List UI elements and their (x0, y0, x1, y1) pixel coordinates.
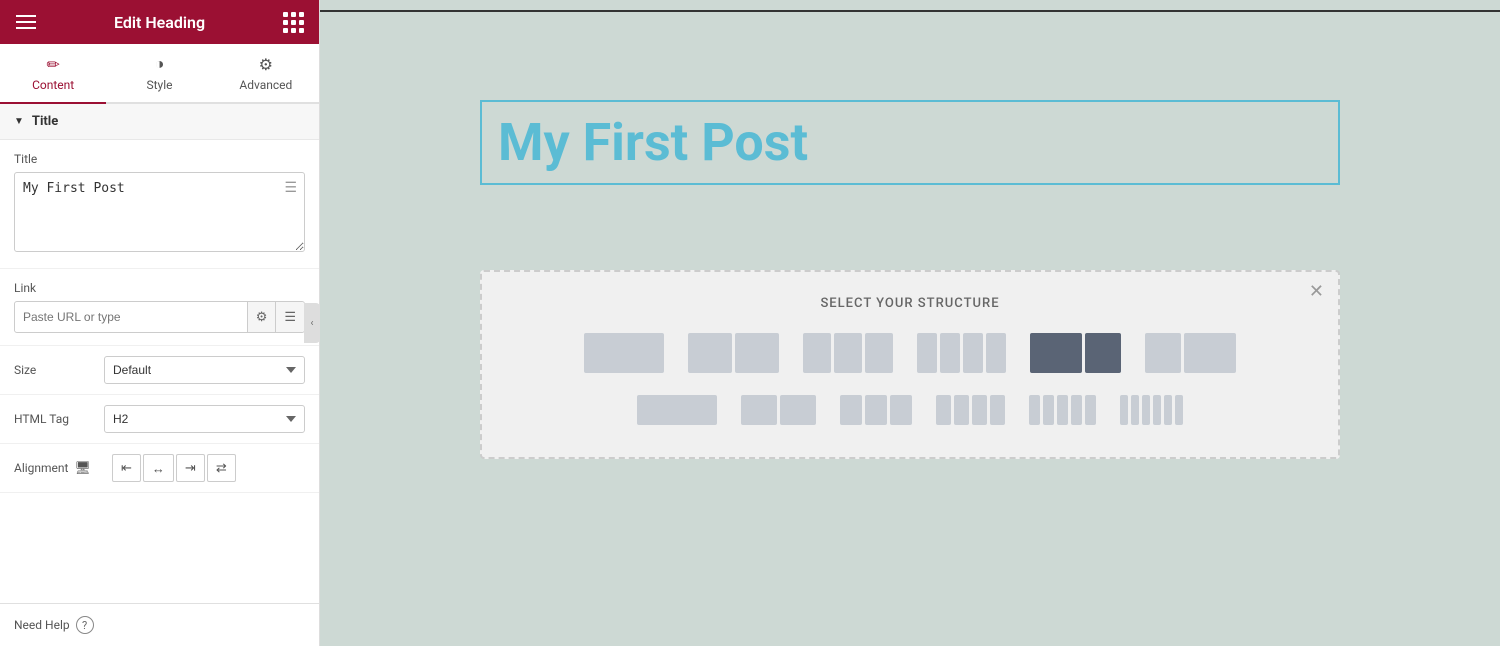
size-label: Size (14, 363, 104, 377)
alignment-buttons: ⇤ ↔ ⇥ ⇄ (112, 454, 236, 482)
layout-1col[interactable] (580, 329, 668, 377)
panel-content: ▼ Title Title My First Post ☰ Link ⚙ ☰ S… (0, 104, 319, 603)
layout-2col-wide-right[interactable] (1141, 329, 1240, 377)
panel-footer: Need Help ? (0, 603, 319, 646)
html-tag-label: HTML Tag (14, 412, 104, 426)
link-field-group: Link ⚙ ☰ (0, 269, 319, 346)
html-tag-row: HTML Tag H1 H2 H3 H4 H5 H6 div span p (0, 395, 319, 444)
link-field-row: ⚙ ☰ (14, 301, 305, 333)
align-left-button[interactable]: ⇤ (112, 454, 141, 482)
hamburger-icon[interactable] (16, 11, 36, 33)
title-field-group: Title My First Post ☰ (0, 140, 319, 269)
layout-4col-sm[interactable] (932, 391, 1009, 429)
heading-text: My First Post (498, 114, 1322, 171)
link-field-label: Link (14, 281, 305, 295)
structure-title: SELECT YOUR STRUCTURE (502, 296, 1318, 311)
layout-3col-sm[interactable] (836, 391, 916, 429)
structure-row-2 (502, 391, 1318, 429)
text-align-icon[interactable]: ☰ (284, 180, 297, 196)
pencil-icon: ✏ (46, 55, 59, 74)
structure-close-button[interactable]: ✕ (1309, 282, 1324, 300)
link-input[interactable] (15, 303, 247, 331)
panel-title: Edit Heading (114, 13, 205, 32)
tab-content[interactable]: ✏ Content (0, 44, 106, 104)
layout-3col[interactable] (799, 329, 897, 377)
align-justify-button[interactable]: ⇄ (207, 454, 236, 482)
layout-4col[interactable] (913, 329, 1010, 377)
link-settings-button[interactable]: ⚙ (247, 302, 276, 332)
alignment-label: Alignment 🖥 (14, 461, 104, 476)
alignment-row: Alignment 🖥 ⇤ ↔ ⇥ ⇄ (0, 444, 319, 493)
main-content: My First Post ✕ SELECT YOUR STRUCTURE (320, 0, 1500, 646)
tab-content-label: Content (32, 78, 74, 92)
structure-row-1 (502, 329, 1318, 377)
title-textarea-wrapper: My First Post ☰ (14, 172, 305, 256)
chevron-icon: ▼ (14, 116, 24, 127)
structure-selector: ✕ SELECT YOUR STRUCTURE (480, 270, 1340, 459)
layout-5col-sm[interactable] (1025, 391, 1100, 429)
tab-style-label: Style (146, 78, 172, 92)
align-center-button[interactable]: ↔ (143, 454, 174, 482)
title-field-label: Title (14, 152, 305, 166)
left-panel: Edit Heading ✏ Content ◑ Style ⚙ Advance… (0, 0, 320, 646)
tab-advanced[interactable]: ⚙ Advanced (213, 44, 319, 104)
tab-advanced-label: Advanced (239, 78, 292, 92)
top-line (320, 0, 1500, 12)
section-title-header[interactable]: ▼ Title (0, 104, 319, 140)
layout-2col-wide-left[interactable] (1026, 329, 1125, 377)
html-tag-select[interactable]: H1 H2 H3 H4 H5 H6 div span p (104, 405, 305, 433)
layout-2col[interactable] (684, 329, 783, 377)
layout-1col-sm[interactable] (633, 391, 721, 429)
monitor-icon: 🖥 (74, 461, 91, 476)
help-icon[interactable]: ? (76, 616, 94, 634)
title-textarea[interactable]: My First Post (14, 172, 305, 252)
help-text: Need Help (14, 618, 70, 632)
link-list-button[interactable]: ☰ (275, 302, 304, 332)
tab-style[interactable]: ◑ Style (106, 44, 212, 104)
layout-6col-sm[interactable] (1116, 391, 1187, 429)
grid-icon[interactable] (283, 12, 303, 32)
layout-2col-sm[interactable] (737, 391, 820, 429)
size-row: Size Default Small Medium Large XL XXL (0, 346, 319, 395)
size-select[interactable]: Default Small Medium Large XL XXL (104, 356, 305, 384)
panel-header: Edit Heading (0, 0, 319, 44)
panel-tabs: ✏ Content ◑ Style ⚙ Advanced (0, 44, 319, 104)
gear-icon: ⚙ (259, 55, 273, 74)
section-title-label: Title (32, 114, 58, 129)
align-right-button[interactable]: ⇥ (176, 454, 205, 482)
collapse-toggle[interactable]: ‹ (304, 303, 320, 343)
heading-element[interactable]: My First Post (480, 100, 1340, 185)
style-icon: ◑ (155, 54, 165, 74)
